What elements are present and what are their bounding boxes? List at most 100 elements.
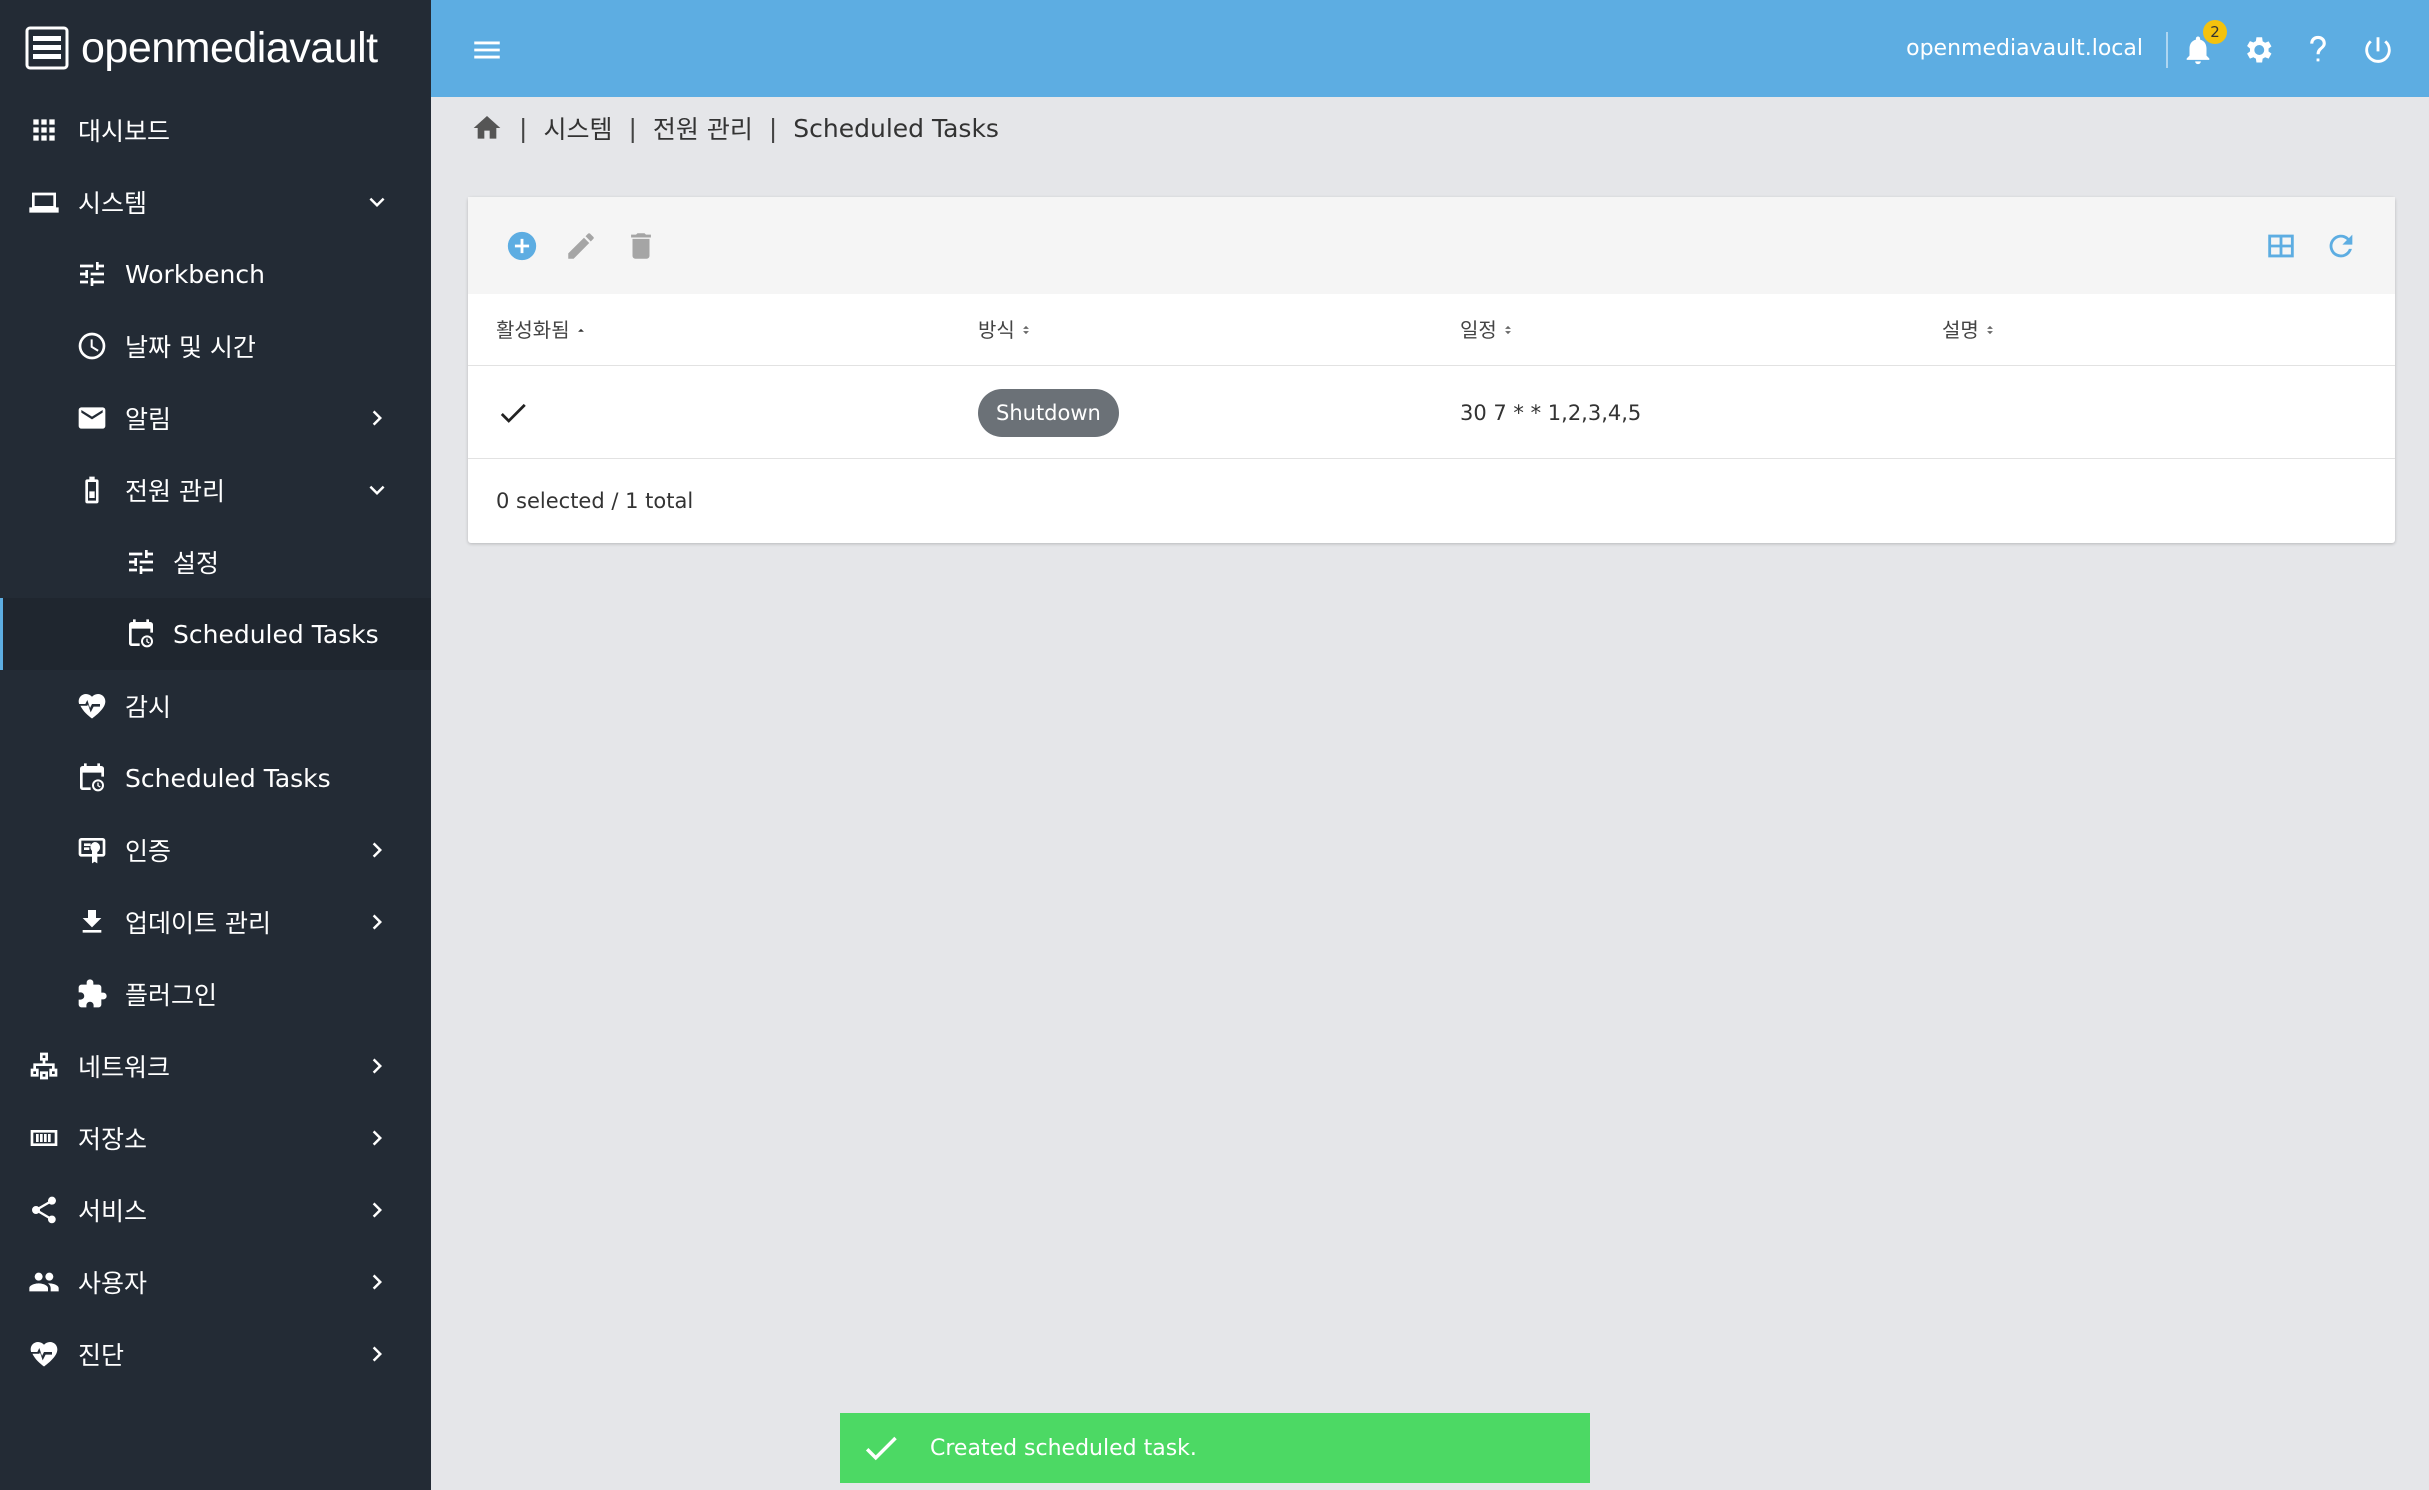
delete-button[interactable]	[622, 227, 660, 265]
column-header-description[interactable]: 설명	[1942, 294, 1997, 366]
cell-enabled	[496, 367, 530, 459]
home-icon[interactable]	[471, 112, 503, 144]
sidebar-item-label: 감시	[125, 693, 172, 722]
pencil-icon	[568, 233, 594, 259]
sidebar-item-power-settings[interactable]: 설정	[0, 526, 431, 598]
hostname-label: openmediavault.local	[1906, 36, 2143, 61]
breadcrumb-item[interactable]: 전원 관리	[653, 110, 753, 146]
sidebar-item-certificates[interactable]: 인증	[0, 814, 431, 886]
network-icon	[27, 1049, 61, 1083]
column-header-schedule[interactable]: 일정	[1460, 294, 1515, 366]
tune-icon	[124, 545, 158, 579]
trash-icon	[631, 233, 651, 259]
sidebar-item-system[interactable]: 시스템	[0, 166, 431, 238]
storage-icon	[27, 1121, 61, 1155]
sidebar-item-label: Scheduled Tasks	[173, 619, 379, 649]
download-icon	[75, 905, 109, 939]
breadcrumb-item[interactable]: 시스템	[543, 110, 612, 146]
chevron-right-icon	[362, 835, 392, 865]
refresh-icon	[2329, 234, 2353, 258]
add-button[interactable]	[503, 227, 541, 265]
sidebar-item-network[interactable]: 네트워크	[0, 1030, 431, 1102]
add-circle-icon	[507, 231, 537, 261]
sidebar-item-date-time[interactable]: 날짜 및 시간	[0, 310, 431, 382]
notification-count-badge: 2	[2203, 20, 2227, 44]
settings-button[interactable]	[2238, 30, 2278, 70]
sidebar-item-label: 설정	[173, 549, 220, 578]
clock-icon	[75, 329, 109, 363]
sidebar-item-label: 전원 관리	[125, 477, 225, 506]
toolbar-divider	[2166, 32, 2168, 68]
help-question-icon	[2310, 35, 2326, 62]
table-footer-count: 0 selected / 1 total	[496, 489, 694, 513]
breadcrumb-current: Scheduled Tasks	[793, 113, 999, 143]
sidebar-item-storage[interactable]: 저장소	[0, 1102, 431, 1174]
sidebar-item-label: 네트워크	[78, 1053, 171, 1082]
sidebar-nav: 대시보드 시스템 Workbench 날짜 및 시간 알림 전원 관리 설정 S…	[0, 94, 431, 1390]
reload-button[interactable]	[2322, 227, 2360, 265]
column-header-method[interactable]: 방식	[978, 294, 1033, 366]
sidebar-item-label: 인증	[125, 837, 172, 866]
chevron-right-icon	[362, 1339, 392, 1369]
sidebar-item-label: 시스템	[78, 189, 148, 218]
sidebar-item-dashboard[interactable]: 대시보드	[0, 94, 431, 166]
table-toolbar	[468, 197, 2395, 294]
sidebar-item-label: 대시보드	[78, 117, 171, 146]
sidebar-item-label: 플러그인	[125, 981, 218, 1010]
chevron-right-icon	[362, 1051, 392, 1081]
sort-unsorted-icon	[1504, 325, 1511, 335]
sidebar-item-workbench[interactable]: Workbench	[0, 238, 431, 310]
sidebar-item-services[interactable]: 서비스	[0, 1174, 431, 1246]
sidebar-item-power-management[interactable]: 전원 관리	[0, 454, 431, 526]
sidebar-item-diagnostics[interactable]: 진단	[0, 1318, 431, 1390]
column-header-label: 방식	[978, 318, 1015, 342]
menu-toggle-button[interactable]	[467, 30, 507, 70]
cell-schedule: 30 7 * * 1,2,3,4,5	[1460, 401, 1642, 425]
sidebar-item-label: 날짜 및 시간	[125, 333, 256, 362]
chevron-down-icon	[362, 475, 392, 505]
sidebar-item-label: 진단	[78, 1341, 125, 1370]
power-icon	[2365, 37, 2391, 63]
sidebar-item-label: 저장소	[78, 1125, 148, 1154]
sort-unsorted-icon	[1986, 325, 1993, 335]
column-header-label: 설명	[1942, 318, 1979, 342]
dashboard-grid-icon	[27, 113, 61, 147]
chevron-down-icon	[362, 187, 392, 217]
column-layout-button[interactable]	[2262, 227, 2300, 265]
sidebar-item-label: 알림	[125, 405, 172, 434]
top-navbar: openmediavault.local 2	[431, 0, 2429, 97]
brand-text: openmediavault	[81, 23, 378, 72]
column-header-label: 활성화됨	[496, 318, 570, 342]
heart-pulse-icon	[27, 1337, 61, 1371]
breadcrumb: | 시스템 | 전원 관리 | Scheduled Tasks	[471, 108, 999, 148]
brand-logo[interactable]: openmediavault	[25, 20, 378, 76]
server-logo-icon	[25, 26, 69, 70]
scheduled-tasks-card: 활성화됨 방식 일정 설명 Shutdown 30 7 * * 1,2,3,4,…	[468, 197, 2395, 543]
checkmark-icon	[865, 1436, 897, 1461]
sidebar-item-plugins[interactable]: 플러그인	[0, 958, 431, 1030]
cell-method: Shutdown	[978, 367, 1119, 459]
chevron-right-icon	[362, 907, 392, 937]
sidebar-item-scheduled-tasks[interactable]: Scheduled Tasks	[0, 742, 431, 814]
table-row[interactable]: Shutdown 30 7 * * 1,2,3,4,5	[468, 367, 2395, 459]
sidebar-item-monitoring[interactable]: 감시	[0, 670, 431, 742]
calendar-clock-icon	[124, 617, 158, 651]
battery-icon	[75, 473, 109, 507]
success-toast[interactable]: Created scheduled task.	[840, 1413, 1590, 1483]
edit-button[interactable]	[562, 227, 600, 265]
sidebar-item-notifications[interactable]: 알림	[0, 382, 431, 454]
power-button[interactable]	[2358, 30, 2398, 70]
toast-message: Created scheduled task.	[930, 1435, 1197, 1461]
chevron-right-icon	[362, 1123, 392, 1153]
sidebar-item-label: Scheduled Tasks	[125, 763, 331, 793]
help-button[interactable]	[2298, 30, 2338, 70]
sort-ascending-icon	[577, 328, 584, 332]
column-header-label: 일정	[1460, 318, 1497, 342]
sidebar-item-users[interactable]: 사용자	[0, 1246, 431, 1318]
sidebar-item-power-scheduled-tasks[interactable]: Scheduled Tasks	[0, 598, 431, 670]
sidebar: openmediavault 대시보드 시스템 Workbench 날짜 및 시…	[0, 0, 431, 1490]
column-header-enabled[interactable]: 활성화됨	[496, 294, 588, 366]
calendar-clock-icon	[75, 761, 109, 795]
table-header: 활성화됨 방식 일정 설명	[468, 294, 2395, 366]
sidebar-item-update-management[interactable]: 업데이트 관리	[0, 886, 431, 958]
